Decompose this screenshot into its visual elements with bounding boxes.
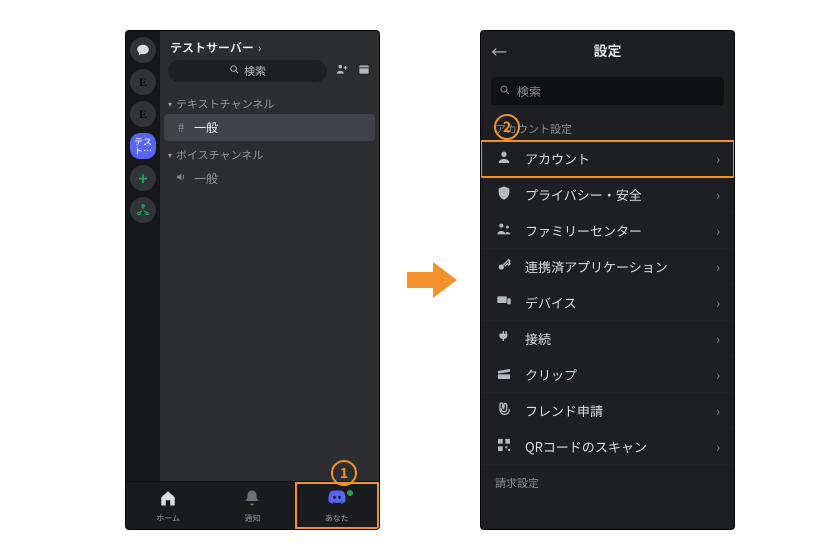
server-active[interactable]: テスト…: [130, 133, 156, 159]
step-badge-1: 1: [331, 460, 357, 486]
screen-server-channels: E E テスト… + テストサーバー › 検索: [125, 30, 380, 530]
chevron-right-icon: ›: [716, 365, 720, 384]
row-label: デバイス: [525, 293, 577, 312]
row-label: クリップ: [525, 365, 577, 384]
search-label: 検索: [244, 63, 266, 79]
row-label: 接続: [525, 329, 551, 348]
search-row: 検索: [160, 60, 379, 90]
wave-icon: [495, 401, 513, 421]
devices-icon: [495, 293, 513, 313]
key-icon: [495, 257, 513, 277]
row-label: QRコードのスキャン: [525, 437, 647, 456]
row-label: アカウント: [525, 149, 590, 168]
channel-label: 一般: [194, 119, 218, 136]
row-clips[interactable]: クリップ ›: [481, 357, 734, 393]
shield-icon: [495, 185, 513, 205]
row-qr-scan[interactable]: QRコードのスキャン ›: [481, 429, 734, 465]
chevron-right-icon: ›: [716, 329, 720, 348]
person-icon: [495, 149, 513, 169]
discover-button[interactable]: [130, 197, 156, 223]
settings-header: ← 設定: [481, 31, 734, 71]
tab-label: 通知: [244, 513, 260, 524]
settings-title: 設定: [594, 41, 622, 61]
chevron-right-icon: ›: [716, 185, 720, 204]
row-apps[interactable]: 連携済アプリケーション ›: [481, 249, 734, 285]
server-rail: E E テスト… +: [126, 31, 160, 481]
discord-face-icon: [327, 487, 347, 512]
screen-settings: ← 設定 検索 アカウント 設定 アカウント › プライバシー・安全 › ファミリ…: [480, 30, 735, 530]
row-account[interactable]: アカウント ›: [481, 141, 734, 177]
add-server-button[interactable]: +: [130, 165, 156, 191]
home-icon: [159, 488, 177, 512]
text-channel-general[interactable]: # 一般: [164, 114, 375, 141]
row-connections[interactable]: 接続 ›: [481, 321, 734, 357]
row-label: プライバシー・安全: [525, 185, 642, 204]
row-label: ファミリーセンター: [525, 221, 642, 240]
qr-icon: [495, 437, 513, 457]
invite-icon[interactable]: [335, 62, 349, 80]
search-button[interactable]: 検索: [168, 60, 327, 82]
group-billing-label: 請求設定: [481, 465, 734, 495]
chevron-right-icon: ›: [716, 401, 720, 420]
chevron-right-icon: ›: [716, 257, 720, 276]
channel-label: 一般: [194, 170, 218, 187]
server-header[interactable]: テストサーバー ›: [160, 31, 379, 60]
server-name: テストサーバー: [170, 39, 254, 56]
search-placeholder: 検索: [517, 83, 541, 100]
bottom-tab-bar: ホーム 通知 あなた: [126, 481, 379, 529]
search-icon: [229, 63, 240, 79]
settings-search[interactable]: 検索: [491, 77, 724, 105]
back-button[interactable]: ←: [491, 39, 507, 63]
clapper-icon: [495, 365, 513, 385]
plug-icon: [495, 329, 513, 349]
row-privacy[interactable]: プライバシー・安全 ›: [481, 177, 734, 213]
chevron-down-icon: ▾: [168, 150, 172, 161]
tab-you[interactable]: あなた: [295, 482, 379, 529]
voice-category-label: ボイスチャンネル: [176, 147, 263, 163]
family-icon: [495, 221, 513, 241]
step-badge-2: 2: [494, 114, 520, 140]
left-main: E E テスト… + テストサーバー › 検索: [126, 31, 379, 481]
row-label: 連携済アプリケーション: [525, 257, 668, 276]
calendar-icon[interactable]: [357, 62, 371, 80]
speaker-icon: [174, 170, 188, 187]
tab-home[interactable]: ホーム: [126, 482, 210, 529]
chevron-right-icon: ›: [716, 221, 720, 240]
tab-label: あなた: [325, 513, 349, 524]
row-friend-request[interactable]: フレンド申請 ›: [481, 393, 734, 429]
arrow-right-icon: [407, 260, 457, 300]
tab-notifications[interactable]: 通知: [210, 482, 294, 529]
chevron-right-icon: ›: [716, 437, 720, 456]
channel-panel: テストサーバー › 検索 ▾ テキストチャンネル: [160, 31, 379, 481]
row-devices[interactable]: デバイス ›: [481, 285, 734, 321]
row-family[interactable]: ファミリーセンター ›: [481, 213, 734, 249]
search-icon: [499, 83, 511, 100]
chevron-right-icon: ›: [716, 293, 720, 312]
text-channel-category[interactable]: ▾ テキストチャンネル: [160, 90, 379, 114]
chevron-right-icon: ›: [716, 149, 720, 168]
hash-icon: #: [174, 119, 188, 136]
text-category-label: テキストチャンネル: [176, 96, 274, 112]
server-e2[interactable]: E: [130, 101, 156, 127]
bell-icon: [243, 488, 261, 512]
row-label: フレンド申請: [525, 401, 603, 420]
voice-channel-category[interactable]: ▾ ボイスチャンネル: [160, 141, 379, 165]
dm-button[interactable]: [130, 37, 156, 63]
chevron-right-icon: ›: [258, 40, 262, 56]
voice-channel-general[interactable]: 一般: [164, 165, 375, 192]
chevron-down-icon: ▾: [168, 99, 172, 110]
server-e1[interactable]: E: [130, 69, 156, 95]
tab-label: ホーム: [156, 513, 180, 524]
